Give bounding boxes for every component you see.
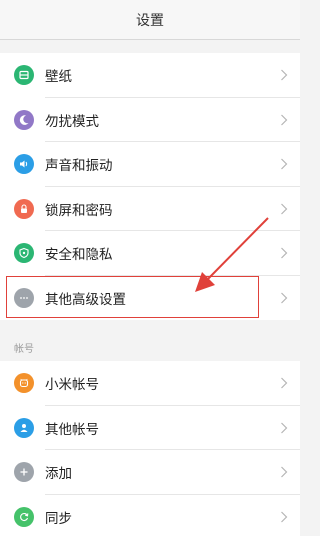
chevron-right-icon <box>281 292 288 304</box>
person-icon <box>14 417 34 438</box>
settings-item-label: 小米帐号 <box>45 377 99 394</box>
settings-item-mi-account[interactable]: 小米帐号 <box>0 361 300 406</box>
settings-item-sound-vibration[interactable]: 声音和振动 <box>0 142 300 187</box>
settings-item-other-accounts[interactable]: 其他帐号 <box>0 406 300 450</box>
settings-item-label: 安全和隐私 <box>45 247 113 264</box>
lock-icon <box>14 198 34 219</box>
settings-item-label: 同步 <box>45 510 72 527</box>
section-header-accounts: 帐号 <box>14 344 34 355</box>
settings-item-lock-screen-password[interactable]: 锁屏和密码 <box>0 187 300 231</box>
shield-icon <box>14 243 34 264</box>
more-dots-icon <box>14 287 34 308</box>
settings-item-label: 其他高级设置 <box>45 291 126 308</box>
settings-item-security-privacy[interactable]: 安全和隐私 <box>0 231 300 276</box>
speaker-icon <box>14 154 34 175</box>
settings-group-general: 壁纸 勿扰模式 声音和振动 锁屏和密码 安全和隐私 其他高级设置 <box>0 53 300 320</box>
chevron-right-icon <box>281 203 288 215</box>
settings-item-do-not-disturb[interactable]: 勿扰模式 <box>0 98 300 142</box>
chevron-right-icon <box>281 466 288 478</box>
sync-icon <box>14 506 34 527</box>
moon-icon <box>14 109 34 130</box>
chevron-right-icon <box>281 511 288 523</box>
settings-item-label: 其他帐号 <box>45 421 99 438</box>
chevron-right-icon <box>281 377 288 389</box>
settings-item-sync[interactable]: 同步 <box>0 495 300 536</box>
settings-item-label: 锁屏和密码 <box>45 202 113 219</box>
chevron-right-icon <box>281 69 288 81</box>
settings-item-wallpaper[interactable]: 壁纸 <box>0 53 300 98</box>
settings-item-label: 声音和振动 <box>45 158 113 175</box>
settings-item-label: 壁纸 <box>45 69 72 86</box>
settings-item-label: 勿扰模式 <box>45 113 99 130</box>
chevron-right-icon <box>281 247 288 259</box>
chevron-right-icon <box>281 114 288 126</box>
chevron-right-icon <box>281 422 288 434</box>
settings-group-accounts: 小米帐号 其他帐号 添加 同步 <box>0 361 300 536</box>
settings-item-other-advanced[interactable]: 其他高级设置 <box>0 276 300 321</box>
wallpaper-icon <box>14 65 34 86</box>
mi-account-icon <box>14 373 34 394</box>
page-title: 设置 <box>136 12 164 29</box>
settings-item-add[interactable]: 添加 <box>0 450 300 495</box>
settings-item-label: 添加 <box>45 466 72 483</box>
plus-icon <box>14 462 34 483</box>
title-bar: 设置 <box>0 0 300 40</box>
chevron-right-icon <box>281 158 288 170</box>
